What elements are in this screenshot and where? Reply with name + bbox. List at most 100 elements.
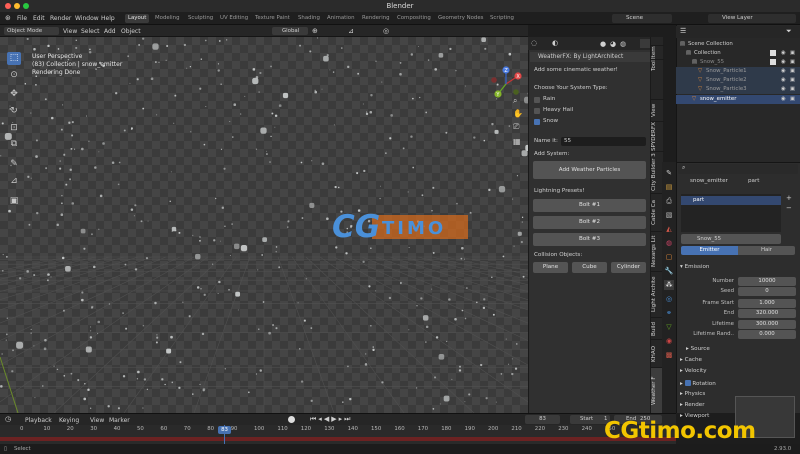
measure-tool-icon[interactable]: ⊿ (7, 175, 21, 188)
maximize-window-button[interactable] (23, 3, 29, 9)
proportional-edit-icon[interactable]: ◎ (383, 27, 389, 35)
pivot-icon[interactable]: ⊕ (312, 27, 318, 35)
seed-field[interactable]: 0 (738, 287, 796, 296)
number-field[interactable]: 10000 (738, 277, 796, 286)
particle-slot-list[interactable]: part (681, 194, 781, 232)
bolt-3-button[interactable]: Bolt #3 (533, 233, 646, 246)
outliner-row[interactable]: ▤ Scene Collection (676, 40, 800, 49)
tab-uv-editing[interactable]: UV Editing (217, 14, 251, 23)
system-name-input[interactable]: 55 (561, 137, 646, 146)
outliner-row[interactable]: ▤ Snow_55 ◉ ▣ (676, 58, 800, 67)
tab-texture-paint[interactable]: Texture Paint (252, 14, 293, 23)
tab-shading[interactable]: Shading (295, 14, 323, 23)
camera-icon[interactable]: ▣ (790, 76, 795, 85)
bolt-1-button[interactable]: Bolt #1 (533, 199, 646, 212)
add-cube-tool-icon[interactable]: ▣ (7, 195, 21, 208)
camera-icon[interactable]: ▣ (790, 85, 795, 94)
frame-start-field[interactable]: 1.000 (738, 299, 796, 308)
add-weather-particles-button[interactable]: Add Weather Particles (533, 161, 646, 179)
timeline-track[interactable]: 83 (0, 425, 676, 444)
outliner-row[interactable]: ▽ Snow_Particle2 ◉ ▣ (676, 76, 800, 85)
texture-props-icon[interactable]: ▩ (664, 350, 674, 360)
camera-icon[interactable]: ▣ (790, 95, 795, 104)
annotate-tool-icon[interactable]: ✎ (7, 158, 21, 171)
menu-help[interactable]: Help (101, 15, 115, 22)
tab-compositing[interactable]: Compositing (394, 14, 434, 23)
bolt-2-button[interactable]: Bolt #2 (533, 216, 646, 229)
mode-selector[interactable]: Object Mode (4, 27, 59, 35)
tab-view[interactable]: View (651, 99, 664, 121)
menu-window[interactable]: Window (75, 15, 99, 22)
object-props-icon[interactable]: ▢ (664, 252, 674, 262)
transform-orientation-dropdown[interactable]: Global (272, 27, 308, 35)
properties-search[interactable]: ⌕ (678, 164, 798, 174)
minimize-window-button[interactable] (14, 3, 20, 9)
tab-sculpting[interactable]: Sculpting (185, 14, 216, 23)
view-layer-selector[interactable]: View Layer (708, 14, 796, 23)
weatherfx-panel-header[interactable]: WeatherFX: By LightArchitect (530, 52, 650, 62)
particle-system-selector[interactable]: Snow_55 (681, 234, 781, 244)
outliner-filter-icon[interactable]: ⏷ (786, 27, 792, 36)
hand-pan-icon[interactable]: ✋ (513, 109, 523, 118)
eye-icon[interactable]: ◉ (781, 58, 786, 67)
shading-wireframe-icon[interactable]: ◌ (531, 39, 537, 47)
tab-animation[interactable]: Animation (324, 14, 357, 23)
tab-rendering[interactable]: Rendering (359, 14, 393, 23)
world-props-icon[interactable]: ◍ (664, 238, 674, 248)
tab-scripting[interactable]: Scripting (487, 14, 517, 23)
tab-modeling[interactable]: Modeling (152, 14, 183, 23)
outliner-row[interactable]: ▽ Snow_Particle3 ◉ ▣ (676, 85, 800, 94)
menu-edit[interactable]: Edit (33, 15, 45, 22)
rotate-tool-icon[interactable]: ↻ (7, 105, 21, 118)
menu-select[interactable]: Select (81, 28, 100, 35)
physics-panel[interactable]: ▸ Physics (680, 391, 705, 397)
eye-icon[interactable]: ◉ (781, 76, 786, 85)
menu-timeline-view[interactable]: View (90, 417, 104, 424)
overlay-icon[interactable]: ◐ (552, 39, 558, 47)
render-props-icon[interactable]: ▤ (664, 182, 674, 192)
select-box-tool-icon[interactable]: ⬚ (7, 52, 21, 65)
remove-slot-icon[interactable]: − (786, 204, 792, 212)
checkbox-rain[interactable] (534, 97, 540, 103)
render-panel[interactable]: ▸ Render (680, 402, 705, 408)
outliner-row[interactable]: ▽ Snow_Particle1 ◉ ▣ (676, 67, 800, 76)
emission-section-header[interactable]: ▾ Emission (680, 264, 709, 270)
scale-tool-icon[interactable]: ⊡ (7, 122, 21, 135)
collision-cylinder-button[interactable]: Cylinder (611, 262, 646, 273)
particle-slot-row[interactable]: part (681, 196, 781, 205)
tab-spyderfx[interactable]: SPYDERFX (651, 121, 664, 151)
physics-props-icon[interactable]: ◎ (664, 294, 674, 304)
camera-icon[interactable]: ⎚ (513, 122, 519, 132)
outliner-row[interactable]: ▤ Collection ◉ ▣ (676, 49, 800, 58)
tab-layout[interactable]: Layout (125, 14, 150, 23)
close-window-button[interactable] (5, 3, 11, 9)
playhead-marker[interactable]: 83 (218, 426, 231, 434)
material-shading-icon[interactable]: ◕ (610, 40, 616, 48)
source-subsection[interactable]: ▸ Source (686, 346, 710, 352)
checkbox-icon[interactable] (770, 59, 776, 65)
solid-shading-icon[interactable]: ● (600, 40, 606, 48)
eye-icon[interactable]: ◉ (781, 49, 786, 58)
menu-view[interactable]: View (63, 28, 77, 35)
material-props-icon[interactable]: ◉ (664, 336, 674, 346)
eye-icon[interactable]: ◉ (781, 85, 786, 94)
snap-icon[interactable]: ⊿ (348, 27, 354, 35)
menu-file[interactable]: File (17, 15, 27, 22)
clock-icon[interactable]: ◷ (5, 415, 11, 423)
collision-cube-button[interactable]: Cube (572, 262, 607, 273)
menu-marker[interactable]: Marker (109, 417, 130, 424)
menu-render[interactable]: Render (50, 15, 71, 22)
frame-end-field[interactable]: 320.000 (738, 309, 796, 318)
outliner-type-icon[interactable]: ☰ (680, 27, 686, 35)
move-tool-icon[interactable]: ✥ (7, 88, 21, 101)
eye-icon[interactable]: ◉ (781, 95, 786, 104)
rendered-shading-icon[interactable]: ◍ (620, 40, 626, 48)
velocity-panel[interactable]: ▸ Velocity (680, 368, 707, 374)
camera-icon[interactable]: ▣ (790, 58, 795, 67)
rotation-checkbox[interactable] (684, 380, 691, 386)
output-props-icon[interactable]: ⎙ (664, 196, 674, 206)
tab-geometry-nodes[interactable]: Geometry Nodes (435, 14, 486, 23)
menu-object[interactable]: Object (121, 28, 141, 35)
camera-icon[interactable]: ▣ (790, 49, 795, 58)
zoom-icon[interactable]: ⌕ (513, 96, 517, 106)
